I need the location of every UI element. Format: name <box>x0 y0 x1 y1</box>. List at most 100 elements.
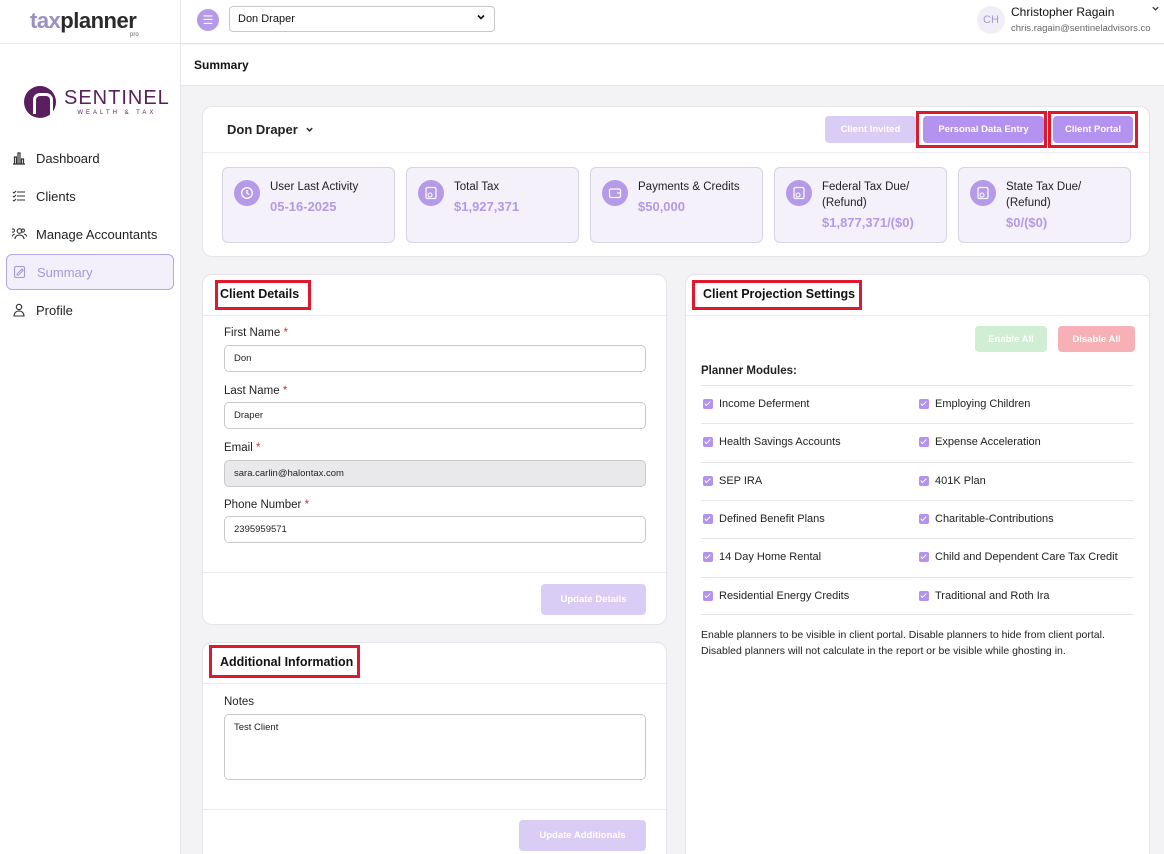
sidebar-item-label: Clients <box>36 188 76 204</box>
email-field: sara.carlin@halontax.com <box>224 460 646 487</box>
divider <box>203 683 666 684</box>
stat-total-tax: Total Tax $1,927,371 <box>406 167 579 243</box>
brand-tagline: WEALTH & TAX <box>77 110 157 116</box>
sidebar-item-profile[interactable]: Profile <box>6 292 174 328</box>
logo-planner-text: planner <box>60 7 137 33</box>
checkbox-checked-icon <box>703 437 713 447</box>
user-name[interactable]: Christopher Ragain <box>1011 5 1114 19</box>
page-title: Summary <box>194 58 249 72</box>
stat-label: Federal Tax Due/ (Refund) <box>822 179 909 211</box>
update-details-button[interactable]: Update Details <box>541 584 646 615</box>
clock-icon <box>234 180 260 206</box>
notes-textarea[interactable]: Test Client <box>224 714 646 780</box>
stat-label: State Tax Due/ (Refund) <box>1006 179 1081 211</box>
module-label: SEP IRA <box>719 475 763 487</box>
module-checkbox[interactable]: SEP IRA <box>703 475 762 487</box>
required-mark: * <box>304 499 310 511</box>
chevron-down-icon <box>476 12 486 25</box>
divider <box>686 315 1149 316</box>
module-row: Defined Benefit Plans Charitable-Contrib… <box>701 500 1134 538</box>
module-label: Child and Dependent Care Tax Credit <box>935 551 1118 563</box>
email-label: Email * <box>224 442 260 454</box>
sidebar-item-clients[interactable]: Clients <box>6 178 174 214</box>
stat-label-line: (Refund) <box>1006 197 1051 209</box>
update-additionals-button[interactable]: Update Additionals <box>519 820 646 851</box>
client-select-value: Don Draper <box>238 13 295 25</box>
enable-all-button[interactable]: Enable All <box>975 326 1047 352</box>
module-checkbox[interactable]: Expense Acceleration <box>919 436 1041 448</box>
client-projection-settings-card: Client Projection Settings Enable All Di… <box>685 274 1150 854</box>
checkbox-checked-icon <box>919 591 929 601</box>
hamburger-icon: ☰ <box>202 13 214 27</box>
money-doc-icon <box>786 180 812 206</box>
user-menu-chevron-icon[interactable] <box>1151 4 1160 16</box>
disable-all-button[interactable]: Disable All <box>1058 326 1135 352</box>
stat-value: $50,000 <box>638 199 685 214</box>
module-checkbox[interactable]: 14 Day Home Rental <box>703 551 821 563</box>
logo-sub-text: pro <box>130 31 139 38</box>
module-checkbox[interactable]: Defined Benefit Plans <box>703 513 825 525</box>
checkbox-checked-icon <box>919 514 929 524</box>
module-label: Employing Children <box>935 398 1031 410</box>
checkbox-checked-icon <box>919 437 929 447</box>
sidebar-item-dashboard[interactable]: Dashboard <box>6 140 174 176</box>
edit-doc-icon <box>11 263 29 281</box>
module-checkbox[interactable]: Employing Children <box>919 398 1030 410</box>
stat-value: 05-16-2025 <box>270 199 337 214</box>
module-checkbox[interactable]: Residential Energy Credits <box>703 590 849 602</box>
highlight-box <box>916 111 1047 148</box>
client-details-card: Client Details First Name * Don Last Nam… <box>202 274 667 625</box>
user-icon <box>10 301 28 319</box>
app-logo[interactable]: taxplanner pro <box>0 0 180 44</box>
chevron-down-icon <box>305 122 314 137</box>
checkbox-checked-icon <box>703 476 713 486</box>
sidebar-item-label: Dashboard <box>36 150 100 166</box>
module-checkbox[interactable]: Charitable-Contributions <box>919 513 1054 525</box>
required-mark: * <box>283 327 288 339</box>
brand-name: SENTINEL <box>64 87 170 109</box>
module-label: Traditional and Roth Ira <box>935 590 1050 602</box>
module-checkbox[interactable]: Health Savings Accounts <box>703 436 841 448</box>
last-name-field[interactable]: Draper <box>224 402 646 429</box>
module-row: Residential Energy Credits Traditional a… <box>701 577 1134 615</box>
last-name-label: Last Name * <box>224 385 287 397</box>
checkbox-checked-icon <box>703 591 713 601</box>
first-name-field[interactable]: Don <box>224 345 646 372</box>
checkbox-checked-icon <box>919 552 929 562</box>
module-checkbox[interactable]: 401K Plan <box>919 475 986 487</box>
module-label: Charitable-Contributions <box>935 513 1054 525</box>
user-email: chris.ragain@sentineladvisors.co <box>1011 23 1151 34</box>
stat-federal-tax: Federal Tax Due/ (Refund) $1,877,371/($0) <box>774 167 947 243</box>
notes-label: Notes <box>224 696 255 708</box>
divider <box>203 315 666 316</box>
sidebar-item-label: Manage Accountants <box>36 226 158 242</box>
client-name-dropdown[interactable]: Don Draper <box>227 122 314 137</box>
module-checkbox[interactable]: Child and Dependent Care Tax Credit <box>919 551 1118 563</box>
required-mark: * <box>282 385 288 397</box>
stat-value: $1,927,371 <box>454 199 520 214</box>
label-text: Phone Number <box>224 499 302 511</box>
projection-note: Enable planners to be visible in client … <box>701 629 1105 657</box>
module-checkbox[interactable]: Income Deferment <box>703 398 809 410</box>
stat-payments-credits: Payments & Credits $50,000 <box>590 167 763 243</box>
module-row: Income Deferment Employing Children <box>701 385 1134 423</box>
client-invited-button[interactable]: Client Invited <box>825 116 916 143</box>
phone-field[interactable]: 2395959571 <box>224 516 646 543</box>
client-select[interactable]: Don Draper <box>229 6 495 32</box>
label-text: Last Name <box>224 385 280 397</box>
highlight-box <box>209 645 360 678</box>
sentinel-logo-icon <box>24 85 56 118</box>
module-checkbox[interactable]: Traditional and Roth Ira <box>919 590 1050 602</box>
stat-label: User Last Activity <box>270 181 359 193</box>
stat-state-tax: State Tax Due/ (Refund) $0/($0) <box>958 167 1131 243</box>
module-row: 14 Day Home Rental Child and Dependent C… <box>701 538 1134 576</box>
menu-toggle-button[interactable]: ☰ <box>197 9 219 31</box>
required-mark: * <box>255 442 261 454</box>
module-label: 401K Plan <box>935 475 986 487</box>
topbar: ☰ Don Draper CH Christopher Ragain chris… <box>181 0 1164 44</box>
sidebar-item-summary[interactable]: Summary <box>6 254 174 290</box>
sidebar-item-manage-accountants[interactable]: Manage Accountants <box>6 216 174 252</box>
avatar[interactable]: CH <box>977 6 1005 34</box>
module-label: 14 Day Home Rental <box>719 551 822 563</box>
module-label: Defined Benefit Plans <box>719 513 825 525</box>
